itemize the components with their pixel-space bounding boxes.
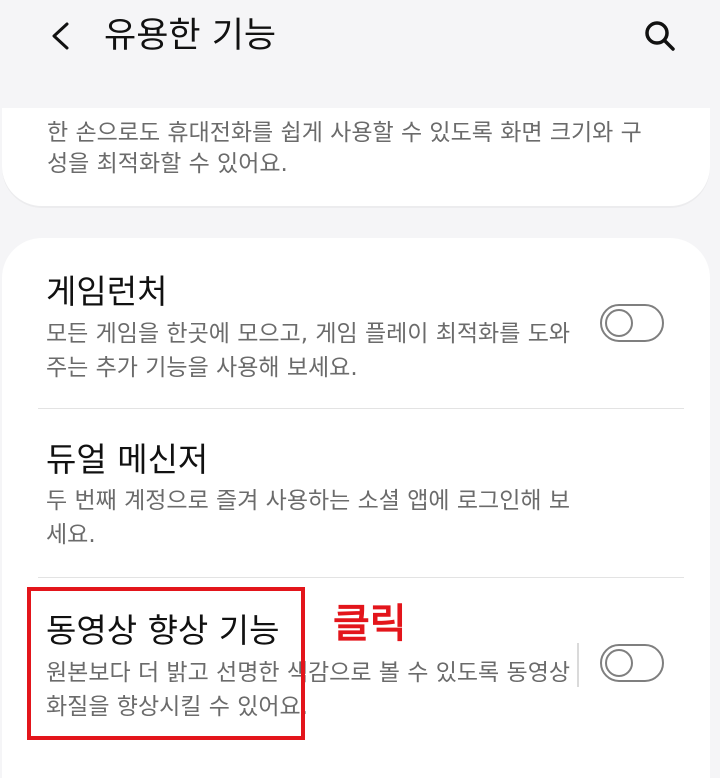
setting-title: 듀얼 메신저 bbox=[46, 440, 209, 479]
back-button[interactable] bbox=[40, 14, 80, 58]
setting-dual-messenger[interactable]: 듀얼 메신저 두 번째 계정으로 즐겨 사용하는 소셜 앱에 로그인해 보세요. bbox=[2, 409, 710, 577]
setting-description: 두 번째 계정으로 즐겨 사용하는 소셜 앱에 로그인해 보세요. bbox=[46, 488, 571, 548]
chevron-left-icon bbox=[52, 22, 69, 50]
setting-description: 모든 게임을 한곳에 모으고, 게임 플레이 최적화를 도와주는 추가 기능을 … bbox=[46, 321, 571, 381]
toggle-separator bbox=[577, 643, 579, 687]
setting-game-launcher[interactable]: 게임런처 모든 게임을 한곳에 모으고, 게임 플레이 최적화를 도와주는 추가… bbox=[2, 238, 710, 408]
search-icon bbox=[645, 21, 675, 51]
search-button[interactable] bbox=[636, 14, 684, 58]
highlight-box bbox=[27, 587, 305, 740]
setting-title: 게임런처 bbox=[46, 272, 168, 311]
app-header: 유용한 기능 bbox=[0, 0, 720, 80]
toggle-knob bbox=[605, 309, 633, 337]
click-annotation: 클릭 bbox=[333, 601, 407, 647]
page-title: 유용한 기능 bbox=[104, 16, 277, 56]
intro-description: 한 손으로도 휴대전화를 쉽게 사용할 수 있도록 화면 크기와 구성을 최적화… bbox=[47, 120, 642, 177]
intro-card: 한 손으로도 휴대전화를 쉽게 사용할 수 있도록 화면 크기와 구성을 최적화… bbox=[2, 108, 710, 208]
toggle-knob bbox=[605, 649, 633, 677]
video-enhancer-toggle[interactable] bbox=[600, 644, 664, 682]
game-launcher-toggle[interactable] bbox=[600, 304, 664, 342]
